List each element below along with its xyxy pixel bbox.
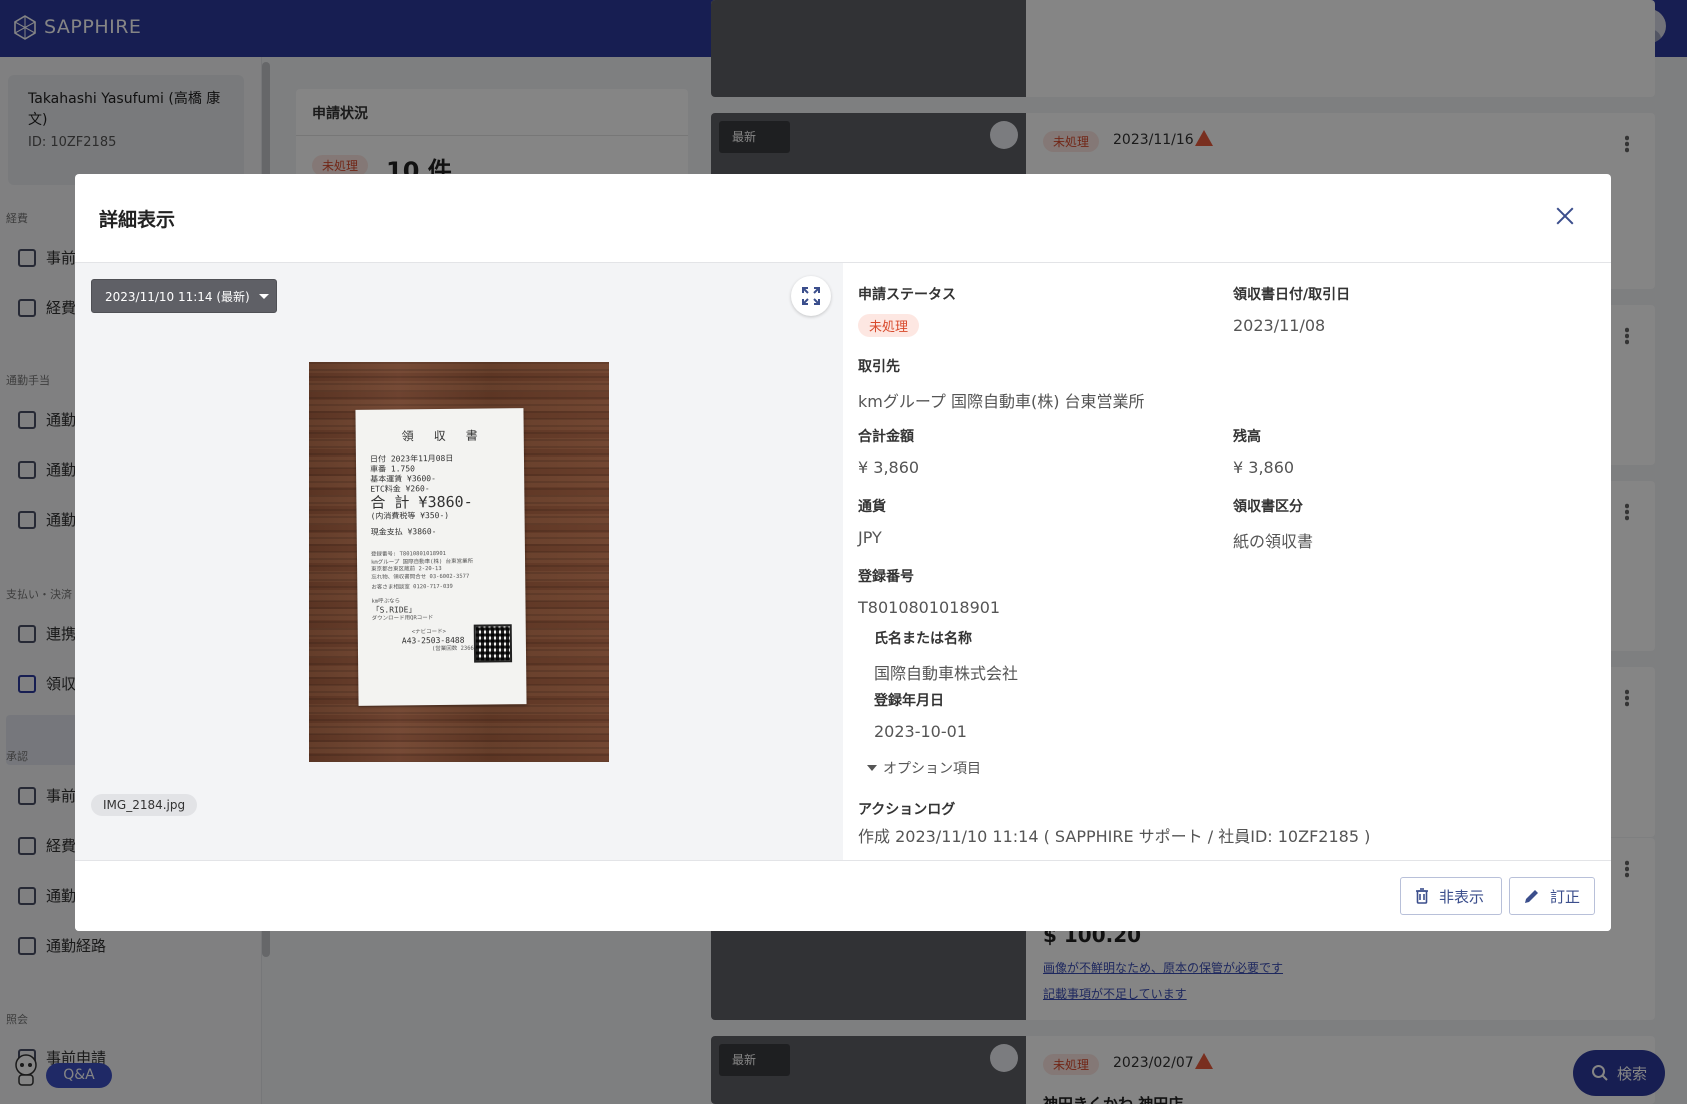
- field-value: JPY: [858, 528, 882, 547]
- field-value: ¥ 3,860: [858, 458, 920, 477]
- field-action-log: アクションログ 作成 2023/11/10 11:14 ( SAPPHIRE サ…: [858, 799, 1370, 847]
- trash-icon: [1416, 888, 1428, 904]
- field-label: 申請ステータス: [858, 287, 956, 303]
- options-toggle[interactable]: オプション項目: [867, 758, 981, 778]
- field-label: 残高: [1233, 429, 1261, 445]
- correct-button[interactable]: 訂正: [1509, 877, 1595, 915]
- close-icon[interactable]: [1555, 206, 1575, 226]
- version-select-value: 2023/11/10 11:14 (最新): [105, 289, 250, 304]
- field-value: 国際自動車株式会社: [874, 664, 1019, 683]
- field-label: 合計金額: [858, 429, 914, 445]
- field-label: 取引先: [858, 359, 900, 375]
- receipt-total: 合 計 ¥3860-: [370, 492, 473, 512]
- field-value: ¥ 3,860: [1233, 458, 1295, 477]
- status-badge: 未処理: [858, 314, 920, 337]
- field-label: 登録年月日: [874, 693, 944, 709]
- field-label: 領収書日付/取引日: [1233, 287, 1351, 303]
- field-total: 合計金額 ¥ 3,860: [858, 426, 919, 477]
- modal-title: 詳細表示: [99, 209, 176, 231]
- field-receipt-date: 領収書日付/取引日 2023/11/08: [1233, 284, 1350, 335]
- correct-button-label: 訂正: [1550, 887, 1581, 906]
- field-currency: 通貨 JPY: [858, 496, 886, 547]
- version-select[interactable]: 2023/11/10 11:14 (最新): [91, 279, 277, 313]
- field-balance: 残高 ¥ 3,860: [1233, 426, 1294, 477]
- modal-footer: 非表示 訂正: [75, 860, 1611, 931]
- receipt-line: 忘れ物、領収書問合せ 03-6002-3577: [371, 573, 470, 581]
- pencil-icon: [1525, 890, 1538, 903]
- field-label: アクションログ: [858, 802, 956, 818]
- field-registration-number: 登録番号 T8010801018901: [858, 566, 1000, 617]
- chevron-down-icon: [867, 765, 877, 771]
- field-value: 2023-10-01: [874, 722, 967, 741]
- field-value: kmグループ 国際自動車(株) 台東営業所: [858, 392, 1145, 411]
- receipt-line: (内消費税等 ¥350-): [370, 510, 450, 521]
- field-label: 氏名または名称: [874, 631, 972, 647]
- field-status: 申請ステータス 未処理: [858, 284, 956, 337]
- field-vendor: 取引先 kmグループ 国際自動車(株) 台東営業所: [858, 356, 1145, 412]
- field-receipt-type: 領収書区分 紙の領収書: [1233, 496, 1313, 552]
- detail-modal: 詳細表示 2023/11/10 11:14 (最新) 領収書 日付 2023年1…: [75, 174, 1611, 931]
- receipt-paper: 領収書 日付 2023年11月08日 車番 1.750 基本運賃 ¥3600- …: [355, 408, 527, 706]
- receipt-line: ダウンロード用QRコード: [371, 615, 434, 622]
- field-value: 紙の領収書: [1233, 532, 1314, 551]
- receipt-image[interactable]: 領収書 日付 2023年11月08日 車番 1.750 基本運賃 ¥3600- …: [309, 362, 609, 762]
- fullscreen-button[interactable]: [791, 276, 831, 316]
- field-value: 作成 2023/11/10 11:14 ( SAPPHIRE サポート / 社員…: [858, 827, 1371, 846]
- image-preview-pane: 2023/11/10 11:14 (最新) 領収書 日付 2023年11月08日…: [75, 263, 843, 860]
- field-label: 通貨: [858, 499, 886, 515]
- receipt-title: 領収書: [401, 428, 498, 444]
- field-label: 領収書区分: [1233, 499, 1303, 515]
- options-label: オプション項目: [883, 761, 981, 777]
- field-label: 登録番号: [858, 569, 914, 585]
- field-value: 2023/11/08: [1233, 316, 1326, 335]
- receipt-line: お客さま相談室 0120-717-039: [371, 583, 453, 591]
- hide-button-label: 非表示: [1439, 887, 1485, 906]
- field-registration-date: 登録年月日 2023-10-01: [874, 690, 967, 741]
- field-value: T8010801018901: [858, 598, 1001, 617]
- file-name-chip[interactable]: IMG_2184.jpg: [91, 794, 198, 816]
- field-registrant-name: 氏名または名称 国際自動車株式会社: [874, 628, 1018, 684]
- detail-fields-pane: 申請ステータス 未処理 領収書日付/取引日 2023/11/08 取引先 kmグ…: [843, 263, 1611, 860]
- qr-code-icon: [473, 624, 513, 663]
- modal-header: 詳細表示: [75, 174, 1611, 263]
- hide-button[interactable]: 非表示: [1400, 877, 1502, 915]
- chevron-down-icon: [258, 293, 269, 299]
- expand-icon: [802, 287, 820, 305]
